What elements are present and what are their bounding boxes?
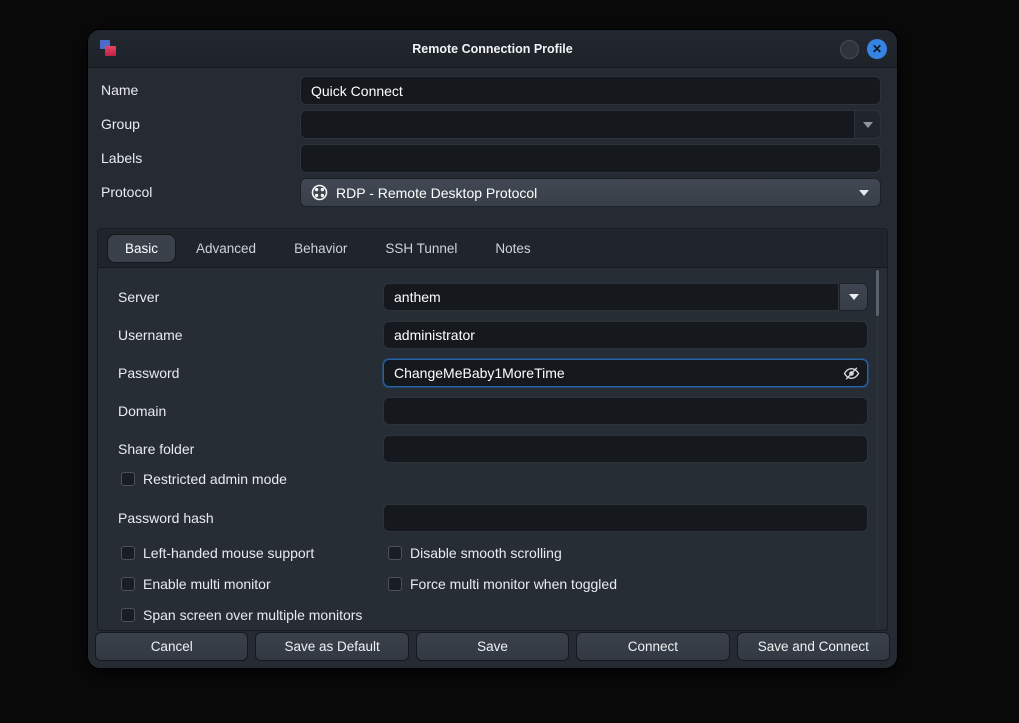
tab-advanced[interactable]: Advanced <box>179 235 273 262</box>
protocol-select[interactable]: RDP - Remote Desktop Protocol <box>300 178 881 207</box>
group-dropdown-button[interactable] <box>855 110 881 139</box>
save-and-connect-button[interactable]: Save and Connect <box>737 632 890 661</box>
labels-input[interactable] <box>300 144 881 173</box>
remote-connection-profile-dialog: Remote Connection Profile ✕ Name Group L… <box>88 30 897 668</box>
span-screen-checkbox-row[interactable]: Span screen over multiple monitors <box>121 607 362 623</box>
server-label: Server <box>118 283 159 311</box>
left-handed-checkbox[interactable] <box>121 546 135 560</box>
tab-basic[interactable]: Basic <box>108 235 175 262</box>
content-scrollbar[interactable] <box>876 270 879 628</box>
enable-multi-monitor-checkbox[interactable] <box>121 577 135 591</box>
group-label: Group <box>101 110 140 139</box>
app-icon-red-square <box>105 46 116 56</box>
disable-smooth-scrolling-checkbox[interactable] <box>388 546 402 560</box>
settings-notebook: Basic Advanced Behavior SSH Tunnel Notes… <box>97 228 888 631</box>
disable-smooth-scrolling-label: Disable smooth scrolling <box>410 545 562 561</box>
basic-tab-content: Server Username Password Domain <box>98 268 887 631</box>
titlebar[interactable]: Remote Connection Profile ✕ <box>88 30 897 68</box>
server-dropdown-button[interactable] <box>839 283 868 311</box>
restricted-admin-checkbox-row[interactable]: Restricted admin mode <box>121 471 287 487</box>
protocol-value: RDP - Remote Desktop Protocol <box>336 185 537 201</box>
share-folder-input[interactable] <box>383 435 868 463</box>
share-folder-label: Share folder <box>118 435 194 463</box>
span-screen-label: Span screen over multiple monitors <box>143 607 362 623</box>
close-icon: ✕ <box>872 43 882 55</box>
force-multi-monitor-checkbox[interactable] <box>388 577 402 591</box>
password-input[interactable] <box>383 359 868 387</box>
save-as-default-button[interactable]: Save as Default <box>255 632 408 661</box>
password-label: Password <box>118 359 179 387</box>
span-screen-checkbox[interactable] <box>121 608 135 622</box>
enable-multi-monitor-checkbox-row[interactable]: Enable multi monitor <box>121 576 271 592</box>
chevron-down-icon <box>849 294 859 300</box>
domain-label: Domain <box>118 397 166 425</box>
toggle-password-visibility-button[interactable] <box>838 359 864 387</box>
dialog-action-bar: Cancel Save as Default Save Connect Save… <box>95 632 890 661</box>
password-hash-input[interactable] <box>383 504 868 532</box>
tab-behavior[interactable]: Behavior <box>277 235 364 262</box>
chevron-down-icon <box>863 122 873 128</box>
restricted-admin-label: Restricted admin mode <box>143 471 287 487</box>
minimize-button[interactable] <box>840 40 859 59</box>
enable-multi-monitor-label: Enable multi monitor <box>143 576 271 592</box>
name-input[interactable] <box>300 76 881 105</box>
protocol-label: Protocol <box>101 178 152 207</box>
remmina-app-icon <box>100 40 118 58</box>
labels-label: Labels <box>101 144 142 173</box>
restricted-admin-checkbox[interactable] <box>121 472 135 486</box>
tab-ssh-tunnel[interactable]: SSH Tunnel <box>368 235 474 262</box>
disable-smooth-scrolling-checkbox-row[interactable]: Disable smooth scrolling <box>388 545 562 561</box>
tab-notes[interactable]: Notes <box>478 235 547 262</box>
connect-button[interactable]: Connect <box>576 632 729 661</box>
cancel-button[interactable]: Cancel <box>95 632 248 661</box>
scrollbar-thumb[interactable] <box>876 270 879 316</box>
chevron-down-icon <box>859 190 869 196</box>
domain-input[interactable] <box>383 397 868 425</box>
username-label: Username <box>118 321 183 349</box>
tab-bar: Basic Advanced Behavior SSH Tunnel Notes <box>98 229 887 268</box>
rdp-protocol-icon <box>311 184 328 201</box>
password-hash-label: Password hash <box>118 504 214 532</box>
left-handed-checkbox-row[interactable]: Left-handed mouse support <box>121 545 314 561</box>
left-handed-label: Left-handed mouse support <box>143 545 314 561</box>
save-button[interactable]: Save <box>416 632 569 661</box>
close-button[interactable]: ✕ <box>867 39 887 59</box>
window-title: Remote Connection Profile <box>88 42 897 56</box>
force-multi-monitor-label: Force multi monitor when toggled <box>410 576 617 592</box>
name-label: Name <box>101 76 138 105</box>
group-input[interactable] <box>300 110 855 139</box>
username-input[interactable] <box>383 321 868 349</box>
window-controls: ✕ <box>840 39 887 59</box>
force-multi-monitor-checkbox-row[interactable]: Force multi monitor when toggled <box>388 576 617 592</box>
eye-slash-icon <box>843 365 860 382</box>
server-input[interactable] <box>383 283 839 311</box>
